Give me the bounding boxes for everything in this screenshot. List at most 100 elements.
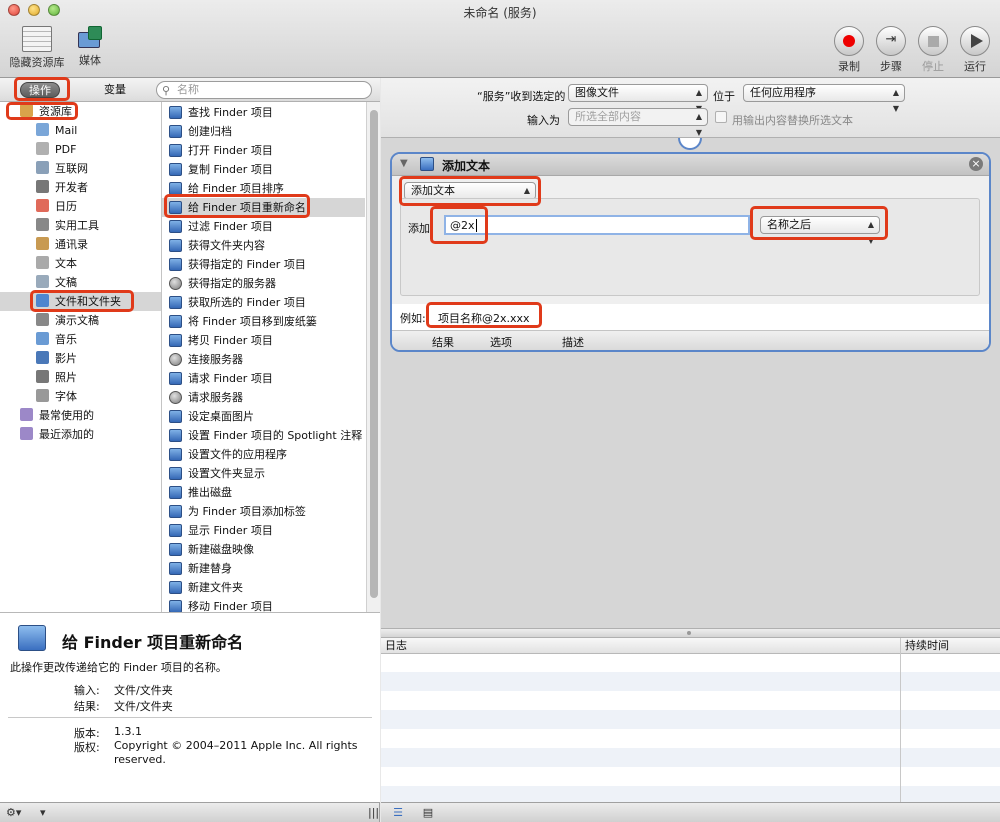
library-bottom-bar: ⚙▾ ▾ ||| [0, 802, 380, 822]
tab-variables[interactable]: 变量 [96, 82, 134, 98]
sidebar-item[interactable]: 实用工具 [0, 216, 161, 235]
duration-column-header[interactable]: 持续时间 [905, 638, 949, 654]
list-item[interactable]: 推出磁盘 [162, 483, 365, 502]
log-splitter[interactable] [381, 628, 1000, 638]
sidebar-item[interactable]: 演示文稿 [0, 311, 161, 330]
list-item[interactable]: 设置 Finder 项目的 Spotlight 注释 [162, 426, 365, 445]
sidebar-item[interactable]: 互联网 [0, 159, 161, 178]
list-item[interactable]: 设定桌面图片 [162, 407, 365, 426]
text-icon [36, 256, 49, 269]
sidebar-item[interactable]: 文稿 [0, 273, 161, 292]
list-item[interactable]: 显示 Finder 项目 [162, 521, 365, 540]
list-item[interactable]: 获得指定的 Finder 项目 [162, 255, 365, 274]
media-button[interactable]: 媒体 [72, 26, 108, 68]
list-item[interactable]: 移动 Finder 项目 [162, 597, 365, 612]
table-row [381, 672, 1000, 691]
divider [8, 717, 372, 718]
list-item[interactable]: 新建文件夹 [162, 578, 365, 597]
action-list-scrollbar[interactable] [366, 102, 380, 612]
hide-library-button[interactable]: 隐藏资源库 [6, 26, 68, 70]
run-button[interactable]: 运行 [958, 26, 992, 74]
movie-icon [36, 351, 49, 364]
search-input[interactable]: ⚲ 名称 [156, 81, 372, 99]
sidebar-item[interactable]: 开发者 [0, 178, 161, 197]
list-item[interactable]: 请求服务器 [162, 388, 365, 407]
list-item[interactable]: 创建归档 [162, 122, 365, 141]
sidebar-item[interactable]: 日历 [0, 197, 161, 216]
list-item[interactable]: 给 Finder 项目排序 [162, 179, 365, 198]
splitter-handle-icon[interactable]: ||| [368, 805, 379, 820]
disclosure-triangle-icon[interactable]: ▼ [400, 158, 408, 169]
finder-icon [169, 505, 182, 518]
sidebar-item[interactable]: PDF [0, 140, 161, 159]
list-item[interactable]: 获得文件夹内容 [162, 236, 365, 255]
sidebar-item-label: 互联网 [55, 162, 88, 175]
add-text-field[interactable]: @2x [444, 215, 750, 235]
list-item[interactable]: 打开 Finder 项目 [162, 141, 365, 160]
replace-selection-checkbox[interactable] [715, 111, 727, 123]
list-item[interactable]: 新建磁盘映像 [162, 540, 365, 559]
input-scope-popup[interactable]: 所选全部内容 ▲ ▼ [568, 108, 708, 137]
tab-options[interactable]: 选项 [490, 334, 512, 350]
list-item[interactable]: 拷贝 Finder 项目 [162, 331, 365, 350]
list-item[interactable]: 连接服务器 [162, 350, 365, 369]
result-key: 结果: [74, 700, 100, 713]
description-toggle-icon[interactable]: ▾ [40, 805, 46, 820]
step-button[interactable]: ⇥ 步骤 [874, 26, 908, 74]
list-item[interactable]: 获得指定的服务器 [162, 274, 365, 293]
list-item[interactable]: 将 Finder 项目移到废纸篓 [162, 312, 365, 331]
sidebar-item[interactable]: 文件和文件夹 [0, 292, 161, 311]
list-item[interactable]: 新建替身 [162, 559, 365, 578]
list-item[interactable]: 过滤 Finder 项目 [162, 217, 365, 236]
sidebar-item[interactable]: 字体 [0, 387, 161, 406]
finder-icon [169, 486, 182, 499]
sidebar-item-label: 字体 [55, 390, 77, 403]
sidebar-item-label: Mail [55, 124, 78, 137]
tab-results[interactable]: 结果 [432, 334, 454, 350]
list-item[interactable]: 设置文件的应用程序 [162, 445, 365, 464]
list-item[interactable]: 为 Finder 项目添加标签 [162, 502, 365, 521]
finder-icon [169, 125, 182, 138]
stop-button[interactable]: 停止 [916, 26, 950, 74]
sidebar-item[interactable]: 通讯录 [0, 235, 161, 254]
input-value: 文件/文件夹 [114, 684, 173, 697]
sidebar-item[interactable]: 资源库 [0, 102, 161, 121]
list-item[interactable]: 获取所选的 Finder 项目 [162, 293, 365, 312]
contacts-icon [36, 237, 49, 250]
finder-icon [169, 581, 182, 594]
sidebar-item[interactable]: 最常使用的 [0, 406, 161, 425]
list-item-label: 将 Finder 项目移到废纸篓 [188, 315, 317, 328]
input-is-label: 输入为 [527, 114, 560, 127]
list-view-icon[interactable]: ☰ [387, 805, 409, 820]
application-popup[interactable]: 任何应用程序 ▲ ▼ [743, 84, 905, 113]
list-item[interactable]: 查找 Finder 项目 [162, 103, 365, 122]
sidebar-item[interactable]: 音乐 [0, 330, 161, 349]
list-item[interactable]: 请求 Finder 项目 [162, 369, 365, 388]
sidebar-item[interactable]: 文本 [0, 254, 161, 273]
log-column-header[interactable]: 日志 [385, 638, 407, 654]
version-value: 1.3.1 [114, 725, 142, 738]
close-icon[interactable]: × [969, 157, 983, 171]
smart-folder-icon [20, 408, 33, 421]
receives-type-popup[interactable]: 图像文件▲▼ [568, 84, 708, 113]
record-icon [843, 35, 855, 47]
tab-description[interactable]: 描述 [562, 334, 584, 350]
flow-view-icon[interactable]: ▤ [417, 805, 439, 820]
tab-actions[interactable]: 操作 [20, 82, 60, 98]
gear-icon[interactable]: ⚙▾ [6, 805, 21, 820]
list-item[interactable]: 给 Finder 项目重新命名 [162, 198, 365, 217]
photo-icon [36, 370, 49, 383]
list-item[interactable]: 复制 Finder 项目 [162, 160, 365, 179]
sidebar-item[interactable]: 影片 [0, 349, 161, 368]
sidebar-item-label: 文稿 [55, 276, 77, 289]
sidebar-item[interactable]: 照片 [0, 368, 161, 387]
stop-icon [928, 36, 939, 47]
presentation-icon [36, 313, 49, 326]
text-position-popup[interactable]: 名称之后 ▲ ▼ [760, 216, 880, 245]
sidebar-item[interactable]: 最近添加的 [0, 425, 161, 444]
list-item[interactable]: 设置文件夹显示 [162, 464, 365, 483]
window-toolbar: 未命名 (服务) 隐藏资源库 媒体 录制 ⇥ 步骤 停止 运行 [0, 0, 1000, 78]
record-button[interactable]: 录制 [832, 26, 866, 74]
sidebar-item[interactable]: Mail [0, 121, 161, 140]
list-item-label: 移动 Finder 项目 [188, 600, 273, 612]
